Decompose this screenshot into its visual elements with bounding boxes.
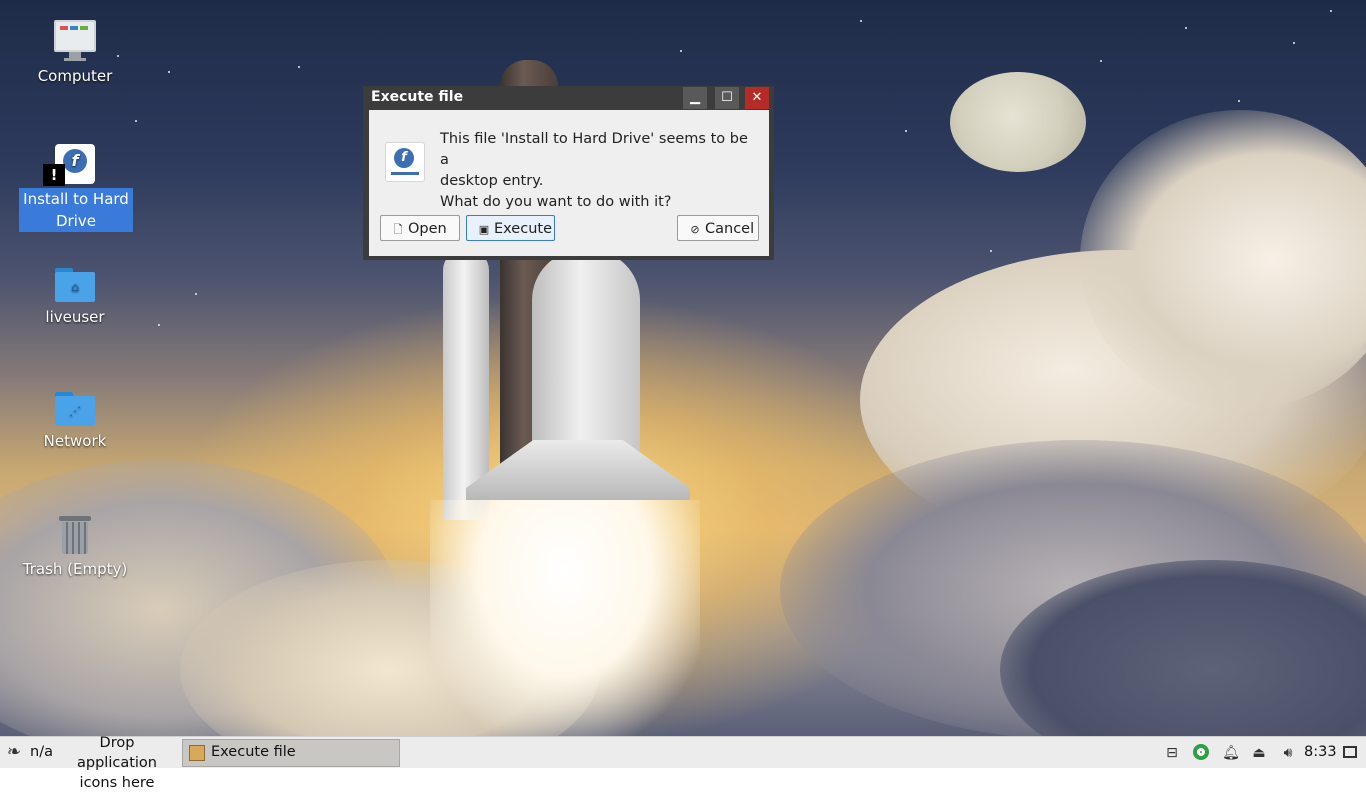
trash-icon (59, 514, 91, 554)
cancel-button[interactable]: ⊘ Cancel (677, 215, 759, 241)
taskbar: ❧ n/a Drop application icons here Execut… (0, 735, 1366, 791)
fedora-app-icon: f (385, 142, 425, 182)
dialog-title: Execute file (371, 89, 464, 105)
message-line: What do you want to do with it? (440, 194, 672, 210)
home-folder-icon: ⌂ (55, 268, 95, 302)
clock[interactable]: 8:33 (1304, 744, 1337, 760)
taskbar-button-execute-file[interactable]: Execute file (182, 739, 400, 767)
execute-icon: ▣ (478, 223, 490, 236)
warning-badge: ! (43, 164, 65, 186)
desktop-icon-label: Computer (37, 67, 113, 85)
document-icon: 🗋 (393, 223, 403, 236)
network-folder-icon: ⋰ (55, 392, 95, 426)
notification-bell-icon[interactable]: 🔔︎ (1222, 744, 1240, 762)
computer-icon (19, 20, 131, 61)
execute-file-dialog: Execute file ▁ ☐ ✕ f This file 'Install … (363, 86, 774, 260)
network-icon[interactable]: ⊟ (1163, 744, 1181, 762)
usb-icon[interactable]: ⏏ (1250, 744, 1268, 762)
cancel-button-label: Cancel (705, 221, 755, 237)
volume-icon[interactable]: 🔊︎ (1278, 744, 1298, 762)
show-desktop-icon[interactable] (1343, 746, 1357, 758)
execute-button-label: Execute (494, 221, 552, 237)
launcher-drop-zone[interactable]: Drop application icons here (58, 733, 176, 793)
update-icon[interactable] (1192, 744, 1210, 762)
dialog-titlebar[interactable]: Execute file ▁ ☐ ✕ (363, 86, 774, 110)
desktop-icon-trash[interactable]: Trash (Empty) (19, 514, 131, 580)
dialog-body: f This file 'Install to Hard Drive' seem… (369, 110, 769, 256)
desktop-icon-label: Trash (Empty) (22, 560, 128, 578)
message-line: This file 'Install to Hard Drive' seems … (440, 131, 748, 168)
maximize-icon[interactable]: ☐ (715, 87, 739, 109)
drop-text-line: Drop application (77, 735, 157, 771)
open-button[interactable]: 🗋 Open (380, 215, 460, 241)
window-icon (189, 745, 205, 761)
taskbar-button-label: Execute file (211, 744, 296, 760)
desktop-icon-install-to-hard-drive[interactable]: f ! Install to Hard Drive (19, 144, 133, 232)
close-icon[interactable]: ✕ (745, 87, 769, 109)
desktop-icon-label: Install to Hard Drive (19, 188, 133, 232)
message-line: desktop entry. (440, 173, 544, 189)
desktop-icon-label: Network (43, 432, 107, 450)
desktop-icon-computer[interactable]: Computer (19, 20, 131, 87)
minimize-icon[interactable]: ▁ (683, 87, 707, 109)
desktop-icon-label: liveuser (45, 308, 105, 326)
rocket-exhaust (430, 500, 700, 736)
drop-text-line: icons here (79, 775, 155, 791)
dialog-message: This file 'Install to Hard Drive' seems … (440, 129, 760, 213)
start-menu-icon[interactable]: ❧ (3, 741, 25, 763)
fedora-installer-icon: f ! (43, 144, 95, 186)
cancel-icon: ⊘ (690, 223, 700, 236)
workspace-label[interactable]: n/a (30, 744, 53, 760)
desktop-icon-liveuser[interactable]: ⌂ liveuser (19, 268, 131, 328)
open-button-label: Open (408, 221, 447, 237)
execute-button[interactable]: ▣ Execute (466, 215, 555, 241)
desktop-icon-network[interactable]: ⋰ Network (19, 392, 131, 452)
moon-graphic (950, 72, 1086, 172)
